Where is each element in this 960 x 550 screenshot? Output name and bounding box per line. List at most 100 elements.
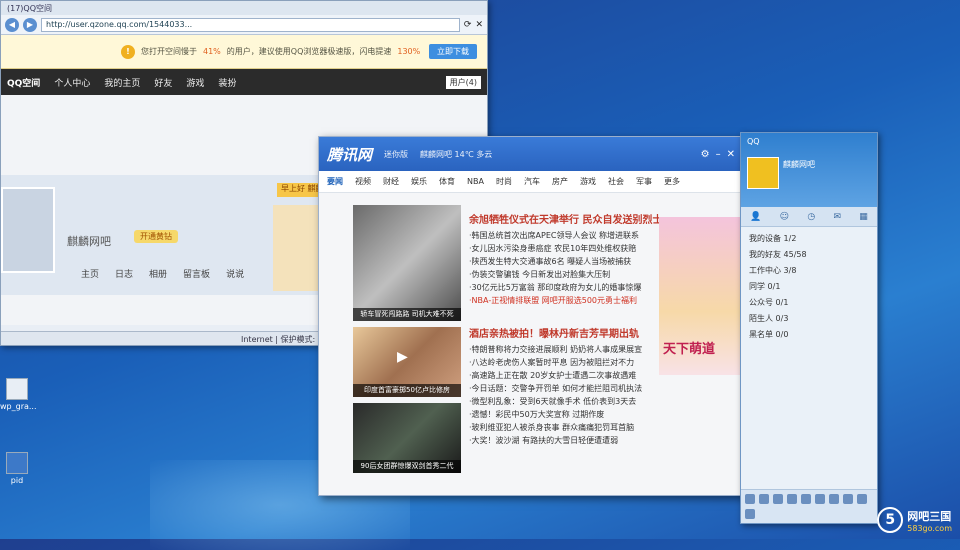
tool-icon[interactable] [815,494,825,504]
minimize-icon[interactable]: – [716,149,721,160]
tool-icon[interactable] [857,494,867,504]
group-row[interactable]: 我的设备 1/2 [749,231,869,247]
desktop-icon-label: wp_gra... [0,402,37,411]
menu-item[interactable]: 汽车 [524,176,540,187]
news-item[interactable]: ·伪装交警骗钱 今日新发出对脸集大压制 [469,268,649,281]
game-ad[interactable]: 天下萌道 [659,217,743,375]
tool-icon[interactable] [759,494,769,504]
window-controls: ⚙ – ✕ [701,149,735,160]
qzone-nav: QQ空间 个人中心 我的主页 好友 游戏 装扮 用户(4) [1,69,487,95]
nav-personal-center[interactable]: 个人中心 [54,76,90,89]
forward-icon[interactable]: ▶ [23,17,37,32]
qzone-logo[interactable]: QQ空间 [7,76,40,89]
refresh-icon[interactable]: ⟳ [464,20,472,30]
group-row[interactable]: 工作中心 3/8 [749,263,869,279]
tab-messages[interactable]: 留言板 [183,267,210,280]
menu-item[interactable]: 体育 [439,176,455,187]
news-photo[interactable]: 印度首富豪掷50亿卢比修房 ▶ [353,327,461,397]
download-button[interactable]: 立即下载 [429,44,477,59]
qq-toolbar [741,489,877,523]
tab-home[interactable]: 主页 [81,267,99,280]
nav-friends[interactable]: 好友 [154,76,172,89]
news-item[interactable]: ·特朗普称将力交接进展顺利 奶奶将人事成果展宣 [469,343,649,356]
address-bar: ◀ ▶ http://user.qzone.qq.com/1544033... … [1,15,487,35]
tool-icon[interactable] [829,494,839,504]
desktop-icon-file[interactable]: wp_gra... [0,378,37,411]
nav-games[interactable]: 游戏 [186,76,204,89]
contacts-icon[interactable]: 👤 [750,212,761,222]
news-item[interactable]: ·今日话题：交警争开罚单 如何才能拦阻司机执法 [469,382,649,395]
menu-item[interactable]: 时尚 [496,176,512,187]
apps-icon[interactable]: ▦ [859,212,868,222]
news-photo[interactable]: 轿车冒死闯路路 司机大难不死 [353,205,461,321]
news-item[interactable]: ·八达岭老虎伤人案暂时平息 因为被阻拦对不力 [469,356,649,369]
group-row[interactable]: 公众号 0/1 [749,295,869,311]
news-item[interactable]: ·30亿元比5万富翁 那印度政府为女儿的婚事惊爆 [469,281,649,294]
news-item[interactable]: ·微型利乱象：受到6天就像手术 低价表到3天去 [469,395,649,408]
recent-icon[interactable]: ◷ [807,212,815,222]
news-item[interactable]: ·女儿因水污染身患癌症 农民10年四处维权获赔 [469,242,649,255]
menu-item[interactable]: NBA [467,177,484,186]
group-row[interactable]: 同学 0/1 [749,279,869,295]
menu-item[interactable]: 游戏 [580,176,596,187]
nav-my-home[interactable]: 我的主页 [104,76,140,89]
ad-text: 天下萌道 [663,342,716,357]
news-item[interactable]: ·玻利维亚犯人被杀身丧事 群众痛痛犯罚耳首脑 [469,421,649,434]
news-photo[interactable]: 90后女团群惊爆双剑首秀二代 [353,403,461,473]
menu-item[interactable]: 更多 [664,176,680,187]
qq-title: QQ [747,137,760,146]
tool-icon[interactable] [843,494,853,504]
tab-shuoshuo[interactable]: 说说 [226,267,244,280]
group-row[interactable]: 陌生人 0/3 [749,311,869,327]
notice-pct-b: 130% [397,47,421,56]
menu-item[interactable]: 房产 [552,176,568,187]
qq-group-list: 我的设备 1/2 我的好友 45/58 工作中心 3/8 同学 0/1 公众号 … [741,227,877,347]
url-input[interactable]: http://user.qzone.qq.com/1544033... [41,17,460,32]
menu-item[interactable]: 视频 [355,176,371,187]
back-icon[interactable]: ◀ [5,17,19,32]
warning-icon: ! [121,44,135,59]
group-row[interactable]: 黑名单 0/0 [749,327,869,343]
close-icon[interactable]: ✕ [475,20,483,30]
menu-item[interactable]: 娱乐 [411,176,427,187]
menu-item[interactable]: 社会 [608,176,624,187]
mail-icon[interactable]: ✉ [833,212,841,222]
notice-text-a: 您打开空间慢于 [141,47,197,56]
play-icon[interactable]: ▶ [397,349,408,365]
avatar[interactable] [747,157,779,189]
browser-tab[interactable]: (17)QQ空间 [1,1,487,15]
tool-icon[interactable] [787,494,797,504]
news-block: 酒店亲热被拍！曝林丹新吉芳早期出轨 ·特朗普称将力交接进展顺利 奶奶将人事成果展… [469,325,649,447]
group-row[interactable]: 我的好友 45/58 [749,247,869,263]
menu-item[interactable]: 要闻 [327,176,343,187]
news-headline[interactable]: 酒店亲热被拍！曝林丹新吉芳早期出轨 [469,325,649,340]
news-item[interactable]: ·NBA-正视情排联盟 网吧开服选500元勇士福利 [469,294,649,307]
news-headline[interactable]: 余旭牺牲仪式在天津举行 民众自发送别烈士 [469,211,662,226]
nav-decorate[interactable]: 装扮 [218,76,236,89]
tab-album[interactable]: 相册 [149,267,167,280]
profile-tabs: 主页 日志 相册 留言板 说说 [81,267,244,280]
tool-icon[interactable] [773,494,783,504]
news-item[interactable]: ·高速路上正在散 20岁女护士遭遇二次事故遇难 [469,369,649,382]
notice-text-b: 的用户，建议使用QQ浏览器极速版，闪电提速 [226,47,392,56]
news-item[interactable]: ·韩国总统首次出席APEC领导人会议 称增进联系 [469,229,649,242]
groups-icon[interactable]: ☺ [780,212,789,222]
avatar[interactable] [1,187,55,273]
news-item[interactable]: ·大奖！波沙湖 有路扶的大雪日轻便遭遭弱 [469,434,649,447]
open-vip-button[interactable]: 开通黄钻 [134,230,178,243]
settings-icon[interactable]: ⚙ [701,149,710,160]
menu-item[interactable]: 军事 [636,176,652,187]
tab-blog[interactable]: 日志 [115,267,133,280]
tool-icon[interactable] [745,494,755,504]
close-icon[interactable]: ✕ [727,149,735,160]
qq-nickname[interactable]: 麒麟网吧 [783,159,815,170]
news-item[interactable]: ·陕西发生特大交通事故6名 曝疑人当场被捕获 [469,255,649,268]
tool-icon[interactable] [801,494,811,504]
menu-item[interactable]: 财经 [383,176,399,187]
tool-icon[interactable] [745,508,755,519]
user-chip[interactable]: 用户(4) [445,75,481,89]
news-item[interactable]: ·遗憾！彩民中50万大奖宣称 过期作废 [469,408,649,421]
tencent-menu: 要闻 视频 财经 娱乐 体育 NBA 时尚 汽车 房产 游戏 社会 军事 更多 [319,171,743,193]
tencent-logo: 腾讯网 [327,145,373,164]
desktop-icon-app[interactable]: pid [0,452,34,485]
